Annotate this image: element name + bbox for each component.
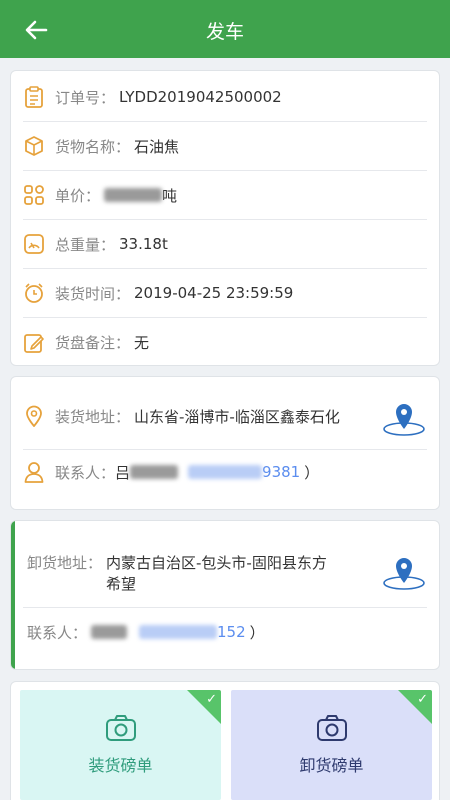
total-weight-label: 总重量：	[55, 235, 116, 254]
unloading-phone-redacted	[139, 625, 218, 639]
loading-address-card: 装货地址： 山东省-淄博市-临淄区鑫泰石化 联系人： 吕 9381 ）	[10, 376, 440, 510]
box-icon	[23, 135, 45, 157]
loading-contact-close: ）	[304, 463, 320, 482]
map-location-icon	[383, 404, 425, 436]
unloading-address-line2: 希望	[106, 575, 137, 593]
loading-contact-phone[interactable]: 9381	[262, 463, 300, 481]
unit-price-label: 单价：	[55, 186, 101, 205]
unloading-contact-row: 联系人： 152 ）	[27, 619, 265, 645]
order-number-value: LYDD2019042500002	[119, 88, 282, 106]
goods-name-label: 货物名称：	[55, 137, 131, 156]
check-icon: ✓	[417, 692, 428, 707]
gauge-icon	[23, 233, 45, 255]
check-icon: ✓	[206, 692, 217, 707]
camera-icon	[316, 715, 347, 741]
page-title: 发车	[205, 21, 244, 43]
divider	[23, 607, 427, 608]
clipboard-icon	[23, 86, 45, 108]
unload-weighbill-label: 卸货磅单	[299, 756, 364, 775]
divider	[23, 449, 427, 450]
total-weight-value: 33.18t	[119, 235, 168, 253]
loading-contact-redacted	[130, 465, 179, 479]
unloading-contact-label: 联系人：	[27, 623, 88, 642]
load-time-label: 装货时间：	[55, 284, 131, 303]
total-weight-row: 总重量： 33.18t	[23, 220, 427, 269]
loading-contact-name: 吕	[115, 463, 131, 482]
unloading-address-line1: 内蒙古自治区-包头市-固阳县东方	[106, 554, 327, 572]
loading-address-row: 装货地址： 山东省-淄博市-临淄区鑫泰石化	[23, 403, 427, 429]
goods-name-value: 石油焦	[134, 137, 180, 156]
unloading-map-button[interactable]	[381, 553, 427, 591]
location-pin-icon	[23, 405, 45, 427]
remark-value: 无	[134, 334, 150, 352]
unit-price-unit: 吨	[162, 186, 178, 205]
grid-apps-icon	[23, 184, 45, 206]
unit-price-redacted	[104, 188, 163, 202]
loading-phone-redacted	[188, 465, 263, 479]
load-weighbill-label: 装货磅单	[88, 756, 153, 775]
unloading-contact-phone[interactable]: 152	[217, 623, 246, 641]
top-app-bar: 发车	[0, 0, 450, 58]
person-icon	[23, 461, 45, 483]
unloading-contact-close: ）	[249, 623, 265, 642]
unloading-address-label: 卸货地址：	[27, 554, 103, 572]
order-info-card: 订单号： LYDD2019042500002 货物名称： 石油焦 单价： 吨 总…	[10, 70, 440, 366]
map-location-icon	[383, 558, 425, 590]
load-time-value: 2019-04-25 23:59:59	[134, 284, 294, 302]
unloading-address-row: 卸货地址： 内蒙古自治区-包头市-固阳县东方 希望	[27, 553, 327, 595]
weighbridge-upload-card: 装货磅单 ✓ 卸货磅单 ✓	[10, 681, 440, 800]
unloading-address-card: 卸货地址： 内蒙古自治区-包头市-固阳县东方 希望 联系人： 152 ）	[10, 520, 440, 670]
load-weighbill-upload-button[interactable]: 装货磅单 ✓	[20, 690, 221, 800]
unloading-contact-redacted	[91, 625, 128, 639]
loading-contact-label: 联系人：	[55, 463, 116, 482]
order-number-row: 订单号： LYDD2019042500002	[23, 73, 427, 122]
loading-address-label: 装货地址：	[55, 407, 131, 426]
alarm-clock-icon	[23, 282, 45, 304]
remark-label: 货盘备注：	[55, 334, 131, 352]
edit-note-icon	[23, 332, 45, 354]
unit-price-row: 单价： 吨	[23, 171, 427, 220]
remark-row: 货盘备注： 无	[23, 318, 427, 365]
loading-contact-row: 联系人： 吕 9381 ）	[23, 459, 427, 485]
loading-address-value: 山东省-淄博市-临淄区鑫泰石化	[134, 407, 340, 426]
loading-map-button[interactable]	[381, 399, 427, 437]
goods-name-row: 货物名称： 石油焦	[23, 122, 427, 171]
order-number-label: 订单号：	[55, 88, 116, 107]
camera-icon	[105, 715, 136, 741]
unload-weighbill-upload-button[interactable]: 卸货磅单 ✓	[231, 690, 432, 800]
load-time-row: 装货时间： 2019-04-25 23:59:59	[23, 269, 427, 318]
